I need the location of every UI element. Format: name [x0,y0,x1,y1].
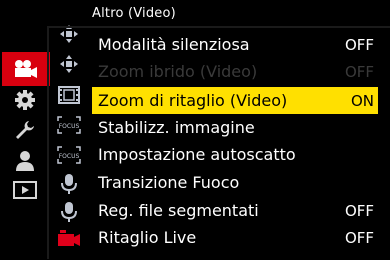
menu-item-image-stabilizer[interactable]: Stabilizz. immagine [92,114,378,141]
menu-item-silent-mode[interactable]: Modalità silenziosa OFF [92,31,378,58]
menu-item-label: Modalità silenziosa [98,35,250,54]
menu-item-crop-zoom[interactable]: Zoom di ritaglio (Video) ON [92,87,378,114]
category-sidebar [0,0,50,260]
menu-item-value: OFF [344,201,374,220]
menu-item-focus-transition[interactable]: Transizione Fuoco [92,169,378,196]
playback-icon [13,181,37,199]
menu-title: Altro (Video) [92,6,176,21]
menu-item-label: Zoom ibrido (Video) [98,62,258,81]
category-playback[interactable] [12,178,38,202]
category-video[interactable] [12,57,38,81]
menu-item-label: Impostazione autoscatto [98,145,296,164]
wrench-icon [16,121,34,139]
person-icon [16,151,34,171]
menu-item-value: OFF [344,62,374,81]
category-my-menu[interactable] [12,149,38,173]
menu-item-label: Zoom di ritaglio (Video) [98,91,288,110]
menu-item-label: Ritaglio Live [98,228,197,247]
gear-icon [15,90,35,110]
menu-item-segmented-file-rec[interactable]: Reg. file segmentati OFF [92,197,378,224]
menu-item-self-timer-setting[interactable]: Impostazione autoscatto [92,141,378,168]
menu-item-hybrid-zoom[interactable]: Zoom ibrido (Video) OFF [92,58,378,85]
menu-item-label: Transizione Fuoco [98,173,240,192]
menu-item-value: ON [350,91,374,110]
category-custom[interactable] [12,88,38,112]
menu-item-label: Stabilizz. immagine [98,118,255,137]
camera-menu-screen: FOCUS FOCUS Altro (Video) Modalità silen… [0,0,390,260]
menu-item-value: OFF [344,228,374,247]
menu-item-live-cropping[interactable]: Ritaglio Live OFF [92,224,378,251]
menu-item-value: OFF [344,35,374,54]
menu-item-label: Reg. file segmentati [98,201,259,220]
video-camera-icon [15,60,37,78]
category-setup[interactable] [12,118,38,142]
